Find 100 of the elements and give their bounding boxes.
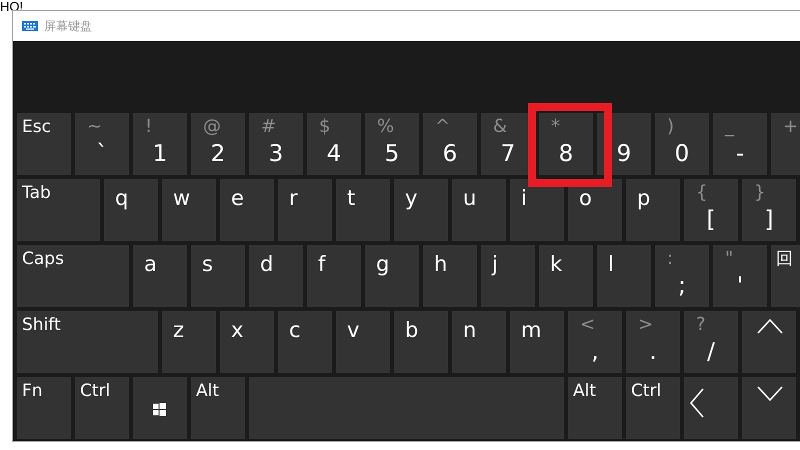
key-label: 4 [326,142,342,167]
key[interactable]: a [133,245,187,307]
key[interactable]: * 8 [539,113,593,175]
key-label: k [550,251,562,278]
key[interactable]: @ 2 [191,113,245,175]
key-label: d [260,251,274,278]
key-label: l [608,251,614,278]
key-label: Shift [22,314,61,337]
key[interactable]: < , [568,311,622,373]
chevron-left-icon [688,387,706,419]
window-title: 屏幕键盘 [44,18,92,35]
key[interactable]: y [394,179,448,241]
key-label: 2 [210,142,226,167]
key[interactable]: } ] [742,179,796,241]
key[interactable]: g [365,245,419,307]
key[interactable]: x [220,311,274,373]
key-label: m [521,317,542,344]
key[interactable]: k [539,245,593,307]
key[interactable]: ~ ` [75,113,129,175]
key[interactable]: m [510,311,564,373]
key[interactable]: Alt [191,377,245,439]
key-label: a [144,251,157,278]
key-label: Alt [196,380,220,403]
key[interactable]: 回 [771,245,800,307]
key[interactable]: i [510,179,564,241]
key[interactable]: Ctrl [626,377,680,439]
key[interactable]: Ctrl [75,377,129,439]
shift-label: + [783,117,798,137]
key[interactable]: + [771,113,800,175]
key-label: 0 [674,142,690,167]
key-label: 回 [776,248,793,271]
key[interactable]: z [162,311,216,373]
key[interactable]: ? / [684,311,738,373]
key-label: 6 [442,142,458,167]
key[interactable]: ^ 6 [423,113,477,175]
key-label: Fn [22,380,43,403]
key-label: ; [678,274,686,299]
key[interactable]: t [336,179,390,241]
shift-label: # [261,117,276,137]
key-label: e [231,185,244,212]
key[interactable]: l [597,245,651,307]
key[interactable]: e [220,179,274,241]
shift-label: ? [696,315,706,335]
key-label: b [405,317,418,344]
key-label: 8 [558,142,574,167]
key[interactable]: d [249,245,303,307]
key-label: r [289,185,298,212]
key-label: Ctrl [80,380,110,403]
key[interactable]: % 5 [365,113,419,175]
key[interactable]: w [162,179,216,241]
key[interactable]: v [336,311,390,373]
key[interactable] [133,377,187,439]
key[interactable]: > . [626,311,680,373]
shift-label: * [551,117,560,137]
key[interactable]: ! 1 [133,113,187,175]
key-label: 9 [616,142,632,167]
key-label: i [521,185,527,212]
key[interactable]: $ 4 [307,113,361,175]
shift-label: < [580,315,596,335]
shift-label: % [377,117,394,137]
key[interactable]: : ; [655,245,709,307]
key[interactable]: u [452,179,506,241]
key-label: z [173,317,184,344]
key[interactable]: " ' [713,245,767,307]
key-label: . [649,340,657,365]
key[interactable]: Alt [568,377,622,439]
key-label: u [463,185,476,212]
key[interactable]: Fn [17,377,71,439]
space-key[interactable] [249,377,564,439]
key[interactable]: r [278,179,332,241]
keyboard-icon [22,21,38,31]
key[interactable]: Shift [17,311,158,373]
key[interactable]: Esc [17,113,71,175]
key[interactable]: p [626,179,680,241]
key-label: y [405,185,418,212]
key[interactable]: # 3 [249,113,303,175]
key-label: 7 [500,142,516,167]
shift-label: { [696,183,708,203]
key[interactable]: _ - [713,113,767,175]
key[interactable]: c [278,311,332,373]
key[interactable]: Caps [17,245,129,307]
key-label: ' [736,274,744,299]
key[interactable]: h [423,245,477,307]
key[interactable]: q [104,179,158,241]
key[interactable]: b [394,311,448,373]
key[interactable]: j [481,245,535,307]
key[interactable]: n [452,311,506,373]
key[interactable]: s [191,245,245,307]
key-label: t [347,185,356,212]
shift-label: ! [145,117,152,137]
key[interactable]: ) 0 [655,113,709,175]
key-label: g [376,251,390,278]
shift-label: @ [203,117,221,137]
key[interactable]: f [307,245,361,307]
key-label: n [463,317,476,344]
shift-label: " [725,249,734,269]
key[interactable]: Tab [17,179,100,241]
key[interactable]: { [ [684,179,738,241]
key-label: 1 [152,142,168,167]
key-label: Ctrl [631,380,662,403]
